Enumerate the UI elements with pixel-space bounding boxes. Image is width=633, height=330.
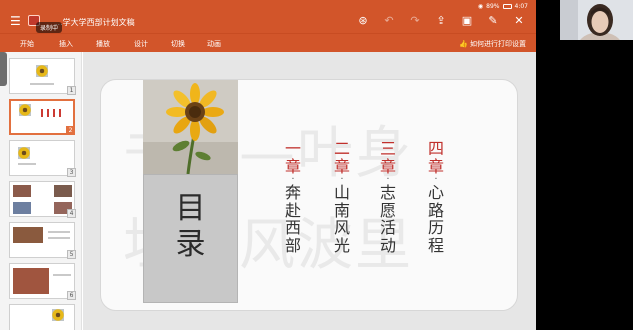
current-slide[interactable]: 书青—叶身 坦设风波里 目 录 一章 · 奔赴西部 二章 · 山南风光 三章 ·… (100, 79, 518, 311)
thumbs-up-icon: 👍 (459, 40, 468, 48)
battery-icon (502, 4, 512, 9)
tab-insert[interactable]: 插入 (59, 39, 73, 49)
sunflower-thumb-image (18, 147, 30, 159)
undo-icon[interactable]: ↶ (382, 15, 396, 27)
chapter-title: 志愿活动 (379, 183, 396, 255)
tab-play[interactable]: 播放 (96, 39, 110, 49)
slide-number: 2 (66, 126, 75, 135)
print-help-link[interactable]: 👍 如何进行打印设置 (459, 39, 526, 49)
thumb-photo (13, 227, 43, 243)
thumb-text-line (53, 274, 71, 276)
chapter-title: 山南风光 (333, 183, 350, 255)
sunflower-thumb-image (36, 65, 48, 77)
slide-number: 6 (67, 291, 76, 300)
edit-icon[interactable]: ✎ (486, 15, 500, 27)
chapter-title: 奔赴西部 (284, 183, 301, 255)
chapter-4[interactable]: 四章 · 心路历程 (426, 140, 446, 254)
close-icon[interactable]: ✕ (512, 15, 526, 27)
thumb-chapter-mark (53, 109, 55, 117)
slide-number: 4 (67, 209, 76, 218)
chapter-1[interactable]: 一章 · 奔赴西部 (283, 140, 303, 254)
print-help-label: 如何进行打印设置 (470, 40, 526, 48)
clock: 4:07 (514, 3, 528, 10)
document-title: ...学大学西部计划文稿 (55, 18, 135, 27)
tab-animation[interactable]: 动画 (207, 39, 221, 49)
hamburger-menu-icon[interactable]: ☰ (10, 15, 21, 27)
ribbon-tabs: 开始 插入 播放 设计 切换 动画 👍 如何进行打印设置 (0, 33, 536, 52)
slide-number: 3 (67, 168, 76, 177)
toc-title-char: 录 (175, 227, 206, 262)
thumb-photo (13, 268, 49, 294)
chapter-number: 三章 (379, 139, 396, 176)
slide-thumbnail[interactable]: 1 (9, 58, 76, 95)
slide-thumbnail[interactable]: 4 (9, 181, 76, 218)
record-icon[interactable]: ⊛ (356, 15, 370, 27)
share-icon[interactable]: ⇪ (434, 15, 448, 27)
sunflower-thumb-image (19, 104, 31, 116)
tab-home[interactable]: 开始 (20, 39, 34, 49)
toc-title: 目 录 (144, 191, 237, 263)
thumb-photo (54, 185, 72, 197)
thumb-text-line (18, 163, 36, 165)
black-margin (536, 0, 633, 330)
thumb-photo (13, 202, 31, 214)
tab-design[interactable]: 设计 (134, 39, 148, 49)
thumb-text-line (30, 83, 54, 85)
status-bar: ◉ 89% 4:07 (478, 3, 528, 10)
chapter-3[interactable]: 三章 · 志愿活动 (378, 140, 398, 254)
sunflower-thumb-image (52, 309, 64, 321)
recording-badge: 录制中 (36, 22, 63, 33)
slide-thumbnails-panel[interactable]: 1 2 3 4 5 6 (0, 52, 82, 330)
chapter-2[interactable]: 二章 · 山南风光 (332, 140, 352, 254)
chapter-number: 四章 (427, 139, 444, 176)
thumb-chapter-mark (59, 109, 61, 117)
screen-recording: ◉ 89% 4:07 ☰ ...学大学西部计划文稿 录制中 ⊛ ↶ ↷ ⇪ ▣ … (0, 0, 633, 330)
toc-title-char: 目 (175, 191, 206, 226)
wifi-icon: ◉ (477, 3, 484, 10)
titlebar-actions: ⊛ ↶ ↷ ⇪ ▣ ✎ ✕ (356, 15, 526, 27)
slide-thumbnail-selected[interactable]: 2 (9, 99, 75, 135)
sunflower-photo (143, 80, 238, 174)
panel-edge-handle[interactable] (0, 52, 7, 86)
webcam-preview (560, 0, 633, 40)
chapter-number: 二章 (333, 139, 350, 176)
toc-title-box[interactable]: 目 录 (143, 174, 238, 303)
slide-number: 5 (67, 250, 76, 259)
title-bar: ◉ 89% 4:07 ☰ ...学大学西部计划文稿 录制中 ⊛ ↶ ↷ ⇪ ▣ … (0, 0, 536, 33)
slide-number: 1 (67, 86, 76, 95)
thumb-text-line (48, 231, 70, 233)
presenter-video (560, 0, 633, 40)
chapter-title: 心路历程 (427, 183, 444, 255)
chapter-number: 一章 (284, 139, 301, 176)
thumb-text-line (48, 237, 70, 239)
slide-thumbnail[interactable]: 7 (9, 304, 75, 330)
redo-icon[interactable]: ↷ (408, 15, 422, 27)
thumb-chapter-mark (47, 109, 49, 117)
slide-thumbnail[interactable]: 3 (9, 140, 76, 177)
thumb-chapter-mark (41, 109, 43, 117)
tab-transition[interactable]: 切换 (171, 39, 185, 49)
slide-thumbnail[interactable]: 6 (9, 263, 76, 300)
sunflower-image (143, 80, 238, 174)
slide-thumbnail[interactable]: 5 (9, 222, 76, 259)
slideshow-icon[interactable]: ▣ (460, 15, 474, 27)
battery-percent: 89% (486, 3, 500, 10)
thumb-photo (13, 185, 31, 197)
